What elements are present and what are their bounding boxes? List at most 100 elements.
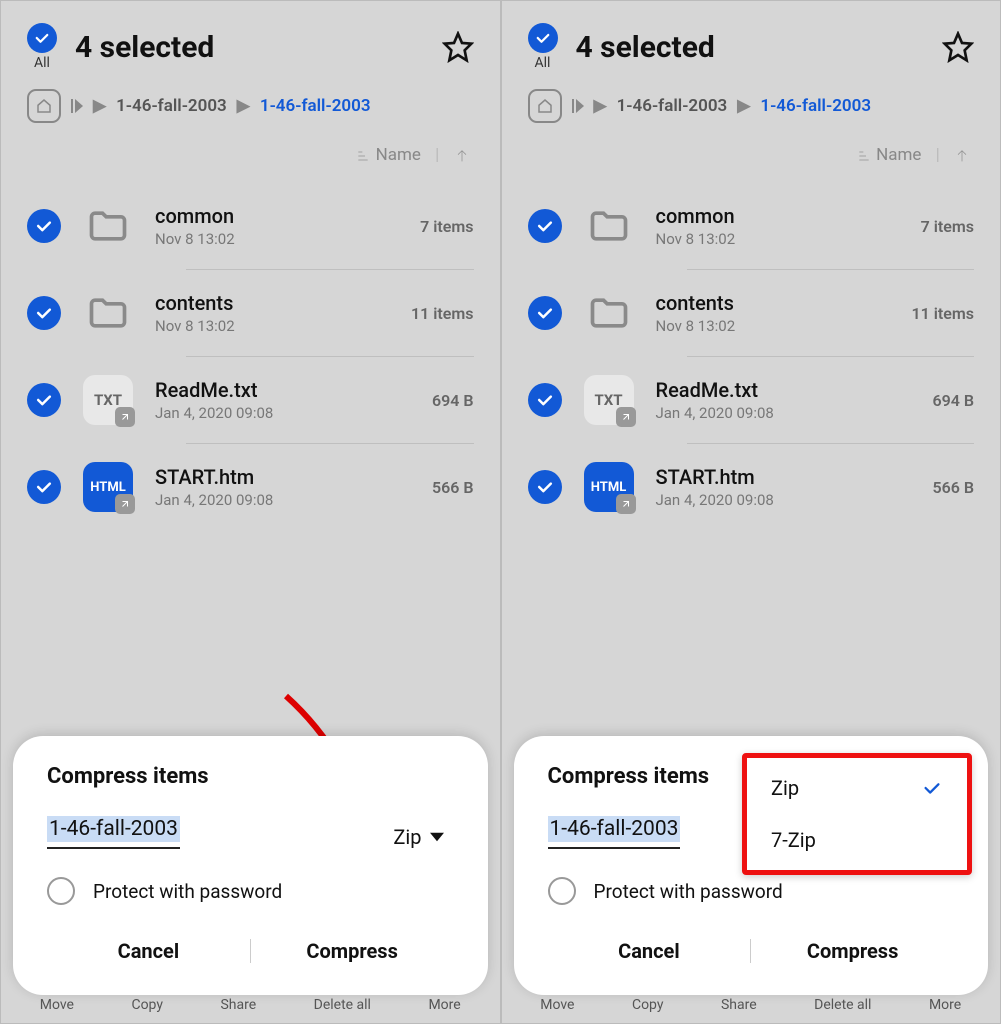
dropdown-option-7zip[interactable]: 7-Zip (747, 814, 967, 866)
file-date: Jan 4, 2020 09:08 (656, 491, 933, 509)
file-list: commonNov 8 13:02 7 items contentsNov 8 … (1, 183, 500, 530)
radio-icon[interactable] (47, 877, 75, 905)
sort-row[interactable]: Name | (502, 129, 1001, 183)
toolbar-item[interactable]: Delete all (314, 997, 371, 1013)
cancel-button[interactable]: Cancel (47, 929, 250, 973)
archive-name-input[interactable]: 1-46-fall-2003 (47, 817, 180, 849)
sort-label: Name (376, 145, 421, 165)
breadcrumb-item[interactable]: 1-46-fall-2003 (116, 96, 227, 116)
format-dropdown[interactable]: Zip (393, 825, 453, 849)
html-file-icon: HTML (83, 462, 133, 512)
select-all-label: All (34, 55, 50, 71)
file-date: Nov 8 13:02 (656, 317, 912, 335)
protect-password-row[interactable]: Protect with password (47, 877, 454, 905)
file-name: START.htm (656, 465, 933, 489)
toolbar-item[interactable]: More (929, 997, 961, 1013)
breadcrumb-item-active[interactable]: 1-46-fall-2003 (760, 96, 871, 116)
compress-sheet: Compress items 1-46-fall-2003 Zip Protec… (13, 736, 488, 995)
file-name: contents (656, 291, 912, 315)
file-meta: 11 items (911, 304, 974, 323)
list-item[interactable]: TXT ReadMe.txt Jan 4, 2020 09:08 694 B (502, 357, 1001, 443)
check-icon[interactable] (27, 209, 61, 243)
star-icon[interactable] (942, 31, 974, 63)
home-icon[interactable] (528, 89, 562, 123)
list-item[interactable]: commonNov 8 13:02 7 items (1, 183, 500, 269)
toolbar-item[interactable]: More (428, 997, 460, 1013)
check-icon[interactable] (528, 470, 562, 504)
sort-icon (355, 148, 371, 164)
check-icon[interactable] (528, 383, 562, 417)
toolbar-item[interactable]: Share (721, 997, 757, 1013)
home-icon[interactable] (27, 89, 61, 123)
sheet-buttons: Cancel Compress (47, 929, 454, 973)
arrow-up-icon[interactable] (454, 148, 470, 164)
file-list: commonNov 8 13:02 7 items contents Nov 8 … (502, 183, 1001, 530)
check-icon[interactable] (27, 470, 61, 504)
check-icon[interactable] (27, 296, 61, 330)
list-item[interactable]: TXT ReadMe.txtJan 4, 2020 09:08 694 B (1, 357, 500, 443)
list-item[interactable]: contentsNov 8 13:02 11 items (1, 270, 500, 356)
select-all[interactable]: All (27, 23, 57, 71)
toolbar-item[interactable]: Move (40, 997, 74, 1013)
breadcrumb: ▶ 1-46-fall-2003 ▶ 1-46-fall-2003 (502, 79, 1001, 129)
star-icon[interactable] (442, 31, 474, 63)
breadcrumb-item-active[interactable]: 1-46-fall-2003 (260, 96, 371, 116)
txt-file-icon: TXT (83, 375, 133, 425)
toolbar-item[interactable]: Delete all (814, 997, 871, 1013)
chevron-icon: ▶ (737, 96, 750, 116)
list-item[interactable]: HTML START.htmJan 4, 2020 09:08 566 B (502, 444, 1001, 530)
page-title: 4 selected (75, 30, 442, 65)
file-date: Nov 8 13:02 (155, 230, 420, 248)
dropdown-option-label: Zip (771, 776, 799, 800)
dropdown-icon (430, 830, 444, 844)
chevron-icon: ▶ (93, 96, 106, 116)
file-date: Jan 4, 2020 09:08 (656, 404, 933, 422)
header: All 4 selected (502, 1, 1001, 79)
compress-button[interactable]: Compress (251, 929, 454, 973)
archive-name-input[interactable]: 1-46-fall-2003 (548, 817, 681, 849)
sort-row[interactable]: Name | (1, 129, 500, 183)
arrow-up-icon[interactable] (954, 148, 970, 164)
sort-icon (856, 148, 872, 164)
radio-icon[interactable] (548, 877, 576, 905)
check-icon[interactable] (27, 383, 61, 417)
protect-label: Protect with password (594, 880, 783, 903)
check-icon[interactable] (528, 296, 562, 330)
shortcut-badge-icon (616, 494, 636, 514)
folder-icon (584, 201, 634, 251)
file-meta: 11 items (411, 304, 474, 323)
toolbar-item[interactable]: Share (220, 997, 256, 1013)
screenshot-left: All 4 selected ▶ 1-46-fall-2003 ▶ 1-46-f… (0, 0, 501, 1024)
toolbar-item[interactable]: Copy (131, 997, 163, 1013)
file-name: START.htm (155, 465, 432, 489)
breadcrumb-item[interactable]: 1-46-fall-2003 (617, 96, 728, 116)
select-all[interactable]: All (528, 23, 558, 71)
list-item[interactable]: HTML START.htmJan 4, 2020 09:08 566 B (1, 444, 500, 530)
cancel-button[interactable]: Cancel (548, 929, 751, 973)
file-name: ReadMe.txt (656, 378, 933, 402)
check-icon[interactable] (528, 209, 562, 243)
txt-file-icon: TXT (584, 375, 634, 425)
dropdown-option-zip[interactable]: Zip (747, 762, 967, 814)
list-item[interactable]: commonNov 8 13:02 7 items (502, 183, 1001, 269)
file-date: Jan 4, 2020 09:08 (155, 491, 432, 509)
page-title: 4 selected (576, 30, 943, 65)
check-icon (921, 777, 943, 799)
shortcut-badge-icon (115, 407, 135, 427)
file-meta: 694 B (932, 391, 974, 410)
protect-password-row[interactable]: Protect with password (548, 877, 955, 905)
screenshot-right: All 4 selected ▶ 1-46-fall-2003 ▶ 1-46-f… (501, 0, 1001, 1024)
toolbar-item[interactable]: Copy (632, 997, 664, 1013)
compress-button[interactable]: Compress (751, 929, 954, 973)
toolbar-item[interactable]: Move (540, 997, 574, 1013)
file-date: Nov 8 13:02 (656, 230, 921, 248)
skip-icon (71, 99, 83, 113)
list-item[interactable]: contents Nov 8 13:02 11 items (502, 270, 1001, 356)
folder-icon (584, 288, 634, 338)
sort-divider: | (435, 145, 439, 165)
bottom-toolbar: Move Copy Share Delete all More (1, 997, 500, 1023)
shortcut-badge-icon (115, 494, 135, 514)
shortcut-badge-icon (616, 407, 636, 427)
chevron-icon: ▶ (237, 96, 250, 116)
check-icon (528, 23, 558, 53)
